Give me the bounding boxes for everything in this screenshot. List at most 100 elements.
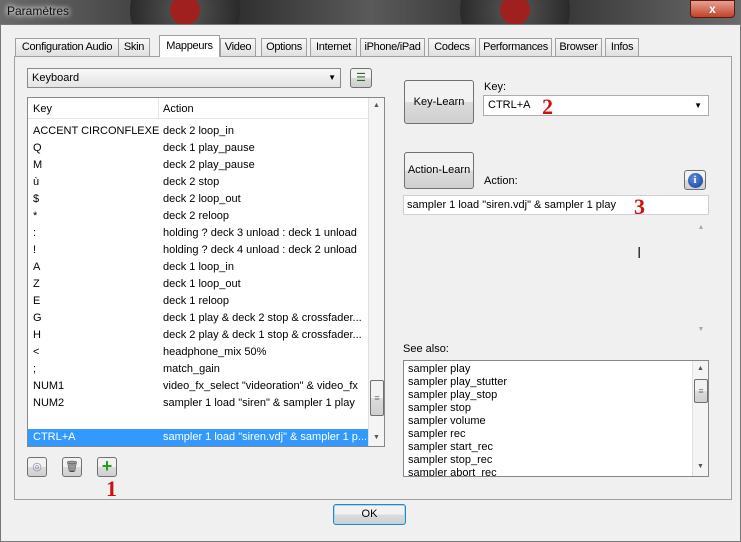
action-input[interactable]: sampler 1 load "siren.vdj" & sampler 1 p… bbox=[403, 195, 709, 215]
info-button[interactable]: i bbox=[684, 170, 706, 190]
scroll-thumb[interactable]: ≡ bbox=[694, 379, 708, 403]
tab-performances[interactable]: Performances bbox=[479, 38, 552, 57]
row-action: match_gain bbox=[163, 363, 220, 375]
tab-mappeurs[interactable]: Mappeurs bbox=[159, 35, 220, 57]
see-also-scrollbar[interactable]: ▲ ≡ ▼ bbox=[692, 361, 708, 476]
scroll-down-icon[interactable]: ▼ bbox=[369, 434, 384, 441]
row-action: deck 2 reloop bbox=[163, 210, 230, 222]
see-also-item[interactable]: sampler stop bbox=[408, 402, 471, 415]
tab-video[interactable]: Video bbox=[220, 38, 256, 57]
tab-iphone-ipad[interactable]: iPhone/iPad bbox=[360, 38, 425, 57]
action-description-area: ▲ ▼ I bbox=[403, 220, 709, 340]
mapper-select[interactable]: Keyboard ▼ bbox=[27, 68, 341, 88]
row-key: : bbox=[33, 227, 37, 239]
mapper-select-value: Keyboard bbox=[32, 72, 80, 84]
description-scrollbar[interactable]: ▲ ▼ bbox=[693, 220, 709, 340]
see-also-item[interactable]: sampler stop_rec bbox=[408, 454, 492, 467]
table-row[interactable]: Zdeck 1 loop_out bbox=[28, 276, 368, 293]
tab-options[interactable]: Options bbox=[261, 38, 307, 57]
scrollbar[interactable]: ▲ ≡ ▼ bbox=[368, 98, 384, 446]
table-row[interactable]: Qdeck 1 play_pause bbox=[28, 140, 368, 157]
table-row[interactable]: NUM2 sampler 1 load "siren" & sampler 1 p… bbox=[28, 395, 368, 412]
table-row[interactable] bbox=[28, 412, 368, 429]
row-key: G bbox=[33, 312, 42, 324]
see-also-item[interactable]: sampler volume bbox=[408, 415, 486, 428]
row-key: ACCENT CIRCONFLEXE bbox=[33, 125, 160, 137]
row-action: headphone_mix 50% bbox=[163, 346, 267, 358]
table-row[interactable]: ; match_gain bbox=[28, 361, 368, 378]
key-dropdown[interactable]: CTRL+A ▼ bbox=[483, 95, 709, 116]
row-action: deck 2 play & deck 1 stop & crossfader..… bbox=[163, 329, 362, 341]
scroll-down-icon[interactable]: ▼ bbox=[693, 326, 709, 333]
tab-skin[interactable]: Skin bbox=[118, 38, 150, 57]
see-also-item[interactable]: sampler rec bbox=[408, 428, 465, 441]
tab-configuration-audio[interactable]: Configuration Audio bbox=[15, 38, 119, 57]
mapping-table: Key Action ACCENT CIRCONFLEXE deck 2 loop… bbox=[27, 97, 385, 447]
table-row[interactable]: < headphone_mix 50% bbox=[28, 344, 368, 361]
see-also-item[interactable]: sampler abort_rec bbox=[408, 467, 497, 476]
see-also-list: sampler play sampler play_stutter sampler … bbox=[403, 360, 709, 477]
import-button[interactable]: ◎ bbox=[27, 457, 47, 477]
trash-icon: 🗑 bbox=[65, 461, 79, 473]
scroll-up-icon[interactable]: ▲ bbox=[693, 365, 708, 372]
table-row[interactable]: Edeck 1 reloop bbox=[28, 293, 368, 310]
scroll-thumb[interactable]: ≡ bbox=[370, 380, 384, 416]
table-row[interactable]: * deck 2 reloop bbox=[28, 208, 368, 225]
row-action: deck 2 play_pause bbox=[163, 159, 255, 171]
chevron-down-icon: ▼ bbox=[694, 101, 702, 110]
tab-browser[interactable]: Browser bbox=[555, 38, 602, 57]
row-action: sampler 1 load "siren.vdj" & sampler 1 p… bbox=[163, 431, 368, 443]
row-action: deck 2 stop bbox=[163, 176, 220, 188]
text-cursor-icon: I bbox=[637, 245, 642, 262]
row-action: deck 2 loop_in bbox=[163, 125, 234, 137]
table-row[interactable]: : holding ? deck 3 unload : deck 1 unload bbox=[28, 225, 368, 242]
action-learn-button[interactable]: Action-Learn bbox=[404, 152, 474, 189]
key-value: CTRL+A bbox=[488, 99, 531, 111]
scroll-up-icon[interactable]: ▲ bbox=[369, 102, 384, 109]
ok-button[interactable]: OK bbox=[333, 504, 406, 525]
row-action: deck 1 loop_in bbox=[163, 261, 234, 273]
tab-internet[interactable]: Internet bbox=[310, 38, 357, 57]
row-key: NUM2 bbox=[33, 397, 65, 409]
table-row[interactable]: Mdeck 2 play_pause bbox=[28, 157, 368, 174]
column-header-key[interactable]: Key bbox=[33, 103, 52, 115]
see-also-item[interactable]: sampler play_stutter bbox=[408, 376, 507, 389]
row-action: deck 1 play_pause bbox=[163, 142, 255, 154]
table-row[interactable]: CTRL+A sampler 1 load "siren.vdj" & sampl… bbox=[28, 429, 368, 446]
table-row[interactable]: Adeck 1 loop_in bbox=[28, 259, 368, 276]
row-key: H bbox=[33, 329, 41, 341]
close-button[interactable]: x bbox=[690, 0, 735, 18]
tab-codecs[interactable]: Codecs bbox=[428, 38, 476, 57]
mapper-options-button[interactable]: ☰ bbox=[350, 68, 372, 88]
action-value: sampler 1 load "siren.vdj" & sampler 1 p… bbox=[407, 199, 616, 211]
window-title: Paramètres bbox=[7, 4, 70, 18]
table-row[interactable]: Hdeck 2 play & deck 1 stop & crossfader.… bbox=[28, 327, 368, 344]
table-row[interactable]: ! holding ? deck 4 unload : deck 2 unload bbox=[28, 242, 368, 259]
table-row[interactable]: ACCENT CIRCONFLEXE deck 2 loop_in bbox=[28, 123, 368, 140]
see-also-item[interactable]: sampler start_rec bbox=[408, 441, 493, 454]
see-also-item[interactable]: sampler play_stop bbox=[408, 389, 497, 402]
annotation-2: 2 bbox=[542, 94, 553, 119]
action-label: Action: bbox=[484, 175, 518, 187]
annotation-1: 1 bbox=[106, 476, 117, 501]
annotation-3: 3 bbox=[634, 194, 645, 219]
row-key: NUM1 bbox=[33, 380, 65, 392]
row-action: deck 1 reloop bbox=[163, 295, 230, 307]
chevron-down-icon: ▼ bbox=[328, 73, 336, 82]
tab-infos[interactable]: Infos bbox=[605, 38, 639, 57]
table-row[interactable]: NUM1 video_fx_select "videoration" & vid… bbox=[28, 378, 368, 395]
see-also-item[interactable]: sampler play bbox=[408, 363, 470, 376]
table-row[interactable]: $ deck 2 loop_out bbox=[28, 191, 368, 208]
key-learn-button[interactable]: Key-Learn bbox=[404, 80, 474, 124]
scroll-down-icon[interactable]: ▼ bbox=[693, 463, 708, 470]
column-header-action[interactable]: Action bbox=[163, 103, 194, 115]
row-action: holding ? deck 3 unload : deck 1 unload bbox=[163, 227, 357, 239]
table-row[interactable]: Gdeck 1 play & deck 2 stop & crossfader.… bbox=[28, 310, 368, 327]
scroll-up-icon[interactable]: ▲ bbox=[693, 224, 709, 231]
table-row[interactable]: ù deck 2 stop bbox=[28, 174, 368, 191]
disc-icon: ◎ bbox=[32, 461, 42, 473]
add-button[interactable]: + bbox=[97, 457, 117, 477]
see-also-label: See also: bbox=[403, 343, 449, 355]
row-key: ; bbox=[33, 363, 37, 375]
delete-button[interactable]: 🗑 bbox=[62, 457, 82, 477]
